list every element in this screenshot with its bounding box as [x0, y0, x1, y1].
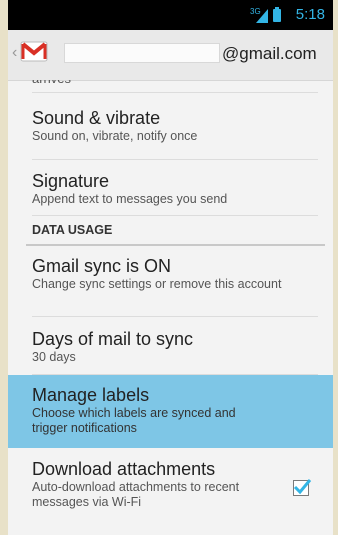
- gmail-logo-icon[interactable]: [20, 40, 50, 62]
- setting-manage-labels[interactable]: Manage labels Choose which labels are sy…: [8, 375, 333, 448]
- checkbox-checked-icon[interactable]: [293, 479, 312, 496]
- setting-days-of-mail[interactable]: Days of mail to sync 30 days: [8, 317, 333, 374]
- setting-summary: Change sync settings or remove this acco…: [32, 277, 282, 291]
- status-time: 5:18: [295, 6, 325, 23]
- setting-summary: 30 days: [32, 350, 76, 364]
- setting-signature[interactable]: Signature Append text to messages you se…: [8, 160, 333, 215]
- setting-title: Signature: [32, 171, 110, 191]
- account-name-redacted: [64, 43, 220, 63]
- setting-title: Manage labels: [32, 385, 150, 405]
- setting-title: Sound & vibrate: [32, 108, 161, 128]
- phone-screen: 3G 5:18 ‹ @gmail.com arrives Sound & vib…: [8, 0, 333, 535]
- status-bar: 3G 5:18: [8, 0, 333, 30]
- network-type-label: 3G: [250, 7, 261, 16]
- partial-setting-summary: arrives: [32, 80, 71, 86]
- setting-download-attachments[interactable]: Download attachments Auto-download attac…: [8, 448, 333, 518]
- setting-title: Gmail sync is ON: [32, 256, 172, 276]
- setting-summary: Append text to messages you send: [32, 192, 228, 206]
- setting-summary: Sound on, vibrate, notify once: [32, 129, 198, 143]
- setting-summary: Auto-download attachments to recent mess…: [32, 480, 240, 509]
- account-domain[interactable]: @gmail.com: [222, 44, 317, 64]
- setting-summary: Choose which labels are synced and trigg…: [32, 406, 236, 435]
- signal-icon: 3G: [250, 7, 268, 23]
- setting-sound-vibrate[interactable]: Sound & vibrate Sound on, vibrate, notif…: [8, 93, 333, 159]
- section-header-data-usage: DATA USAGE: [32, 223, 113, 237]
- setting-title: Download attachments: [32, 459, 216, 479]
- action-bar[interactable]: ‹ @gmail.com: [8, 30, 333, 81]
- partial-setting-item[interactable]: arrives: [8, 80, 333, 92]
- setting-title: Days of mail to sync: [32, 329, 194, 349]
- battery-icon: [273, 7, 281, 22]
- settings-list: arrives Sound & vibrate Sound on, vibrat…: [8, 80, 333, 518]
- setting-gmail-sync[interactable]: Gmail sync is ON Change sync settings or…: [8, 246, 333, 316]
